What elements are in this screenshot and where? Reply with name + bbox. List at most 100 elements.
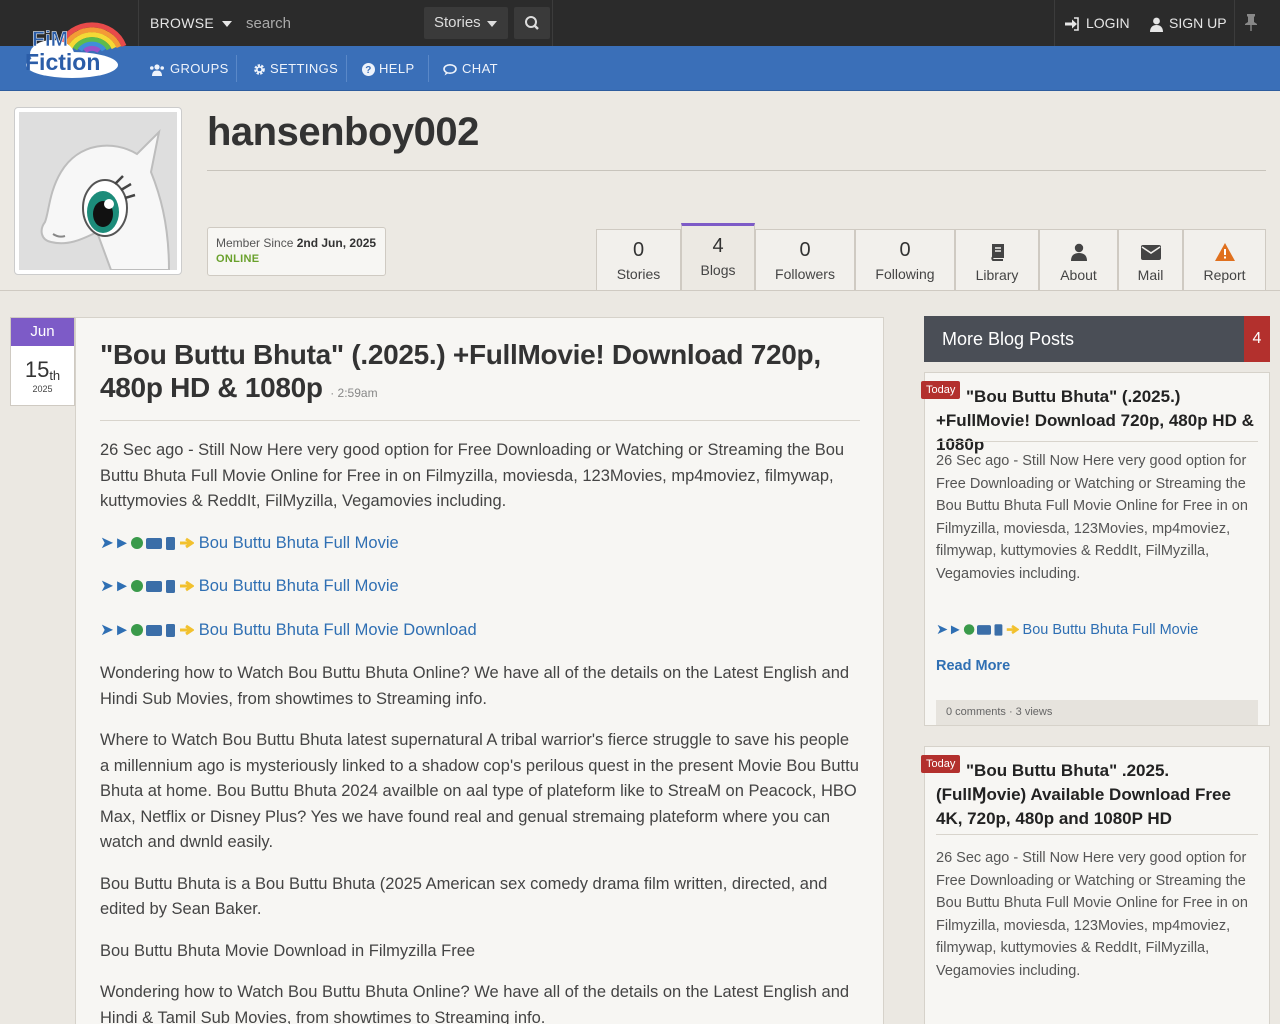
movie-link[interactable]: Bou Buttu Bhuta Full Movie <box>199 577 399 595</box>
emoji-icons <box>130 620 195 646</box>
search-type-select[interactable]: Stories <box>424 7 508 39</box>
tab-stories[interactable]: 0 Stories <box>596 229 681 291</box>
date-suffix: th <box>49 368 61 383</box>
member-since-label: Member Since <box>216 236 294 250</box>
tab-label: Mail <box>1137 267 1164 283</box>
nav-help[interactable]: ? HELP <box>362 46 415 91</box>
blog-card-excerpt: 26 Sec ago - Still Now Here very good op… <box>936 453 1248 582</box>
post-link-line: ➤► Bou Buttu Bhuta Full Movie <box>100 574 860 602</box>
post-count-badge: 4 <box>1244 316 1270 362</box>
search-icon <box>525 16 539 30</box>
link-arrow-prefix: ➤► <box>100 533 131 552</box>
member-info: Member Since 2nd Jun, 2025 ONLINE <box>207 227 386 276</box>
search-type-label: Stories <box>434 14 481 31</box>
blog-card-title[interactable]: "Bou Buttu Bhuta" (.2025.) +FullMovie! D… <box>936 385 1258 457</box>
profile-avatar <box>14 107 182 275</box>
nav-chat[interactable]: CHAT <box>443 46 498 91</box>
link-arrow-prefix: ➤► <box>100 577 131 595</box>
login-link[interactable]: LOGIN <box>1064 0 1130 46</box>
tab-label: About <box>1060 267 1097 283</box>
nav-help-label: HELP <box>379 61 415 76</box>
svg-text:?: ? <box>365 65 372 76</box>
tab-following[interactable]: 0 Following <box>855 229 955 291</box>
browse-menu[interactable]: BROWSE <box>150 0 233 46</box>
top-bar: BROWSE Stories LOGIN SIGN UP <box>0 0 1280 46</box>
rainbow-logo-icon: FiM Fiction <box>25 22 127 78</box>
user-icon <box>1150 17 1163 32</box>
post-divider <box>100 420 860 421</box>
date-year: 2025 <box>32 384 53 394</box>
browse-label: BROWSE <box>150 15 215 31</box>
logo-text-fim: FiM <box>32 28 68 51</box>
tab-count: 4 <box>712 235 724 257</box>
nav-settings-label: SETTINGS <box>270 61 339 76</box>
chevron-down-icon <box>222 21 233 28</box>
nav-groups[interactable]: GROUPS <box>149 46 229 91</box>
tab-report[interactable]: Report <box>1183 229 1266 291</box>
tab-followers[interactable]: 0 Followers <box>755 229 855 291</box>
date-day: 15 <box>24 357 50 382</box>
blog-card-excerpt: 26 Sec ago - Still Now Here very good op… <box>936 850 1248 979</box>
movie-link[interactable]: Bou Buttu Bhuta Full Movie <box>199 534 399 552</box>
tab-library[interactable]: Library <box>955 229 1039 291</box>
post-paragraph: Bou Buttu Bhuta is a Bou Buttu Bhuta (20… <box>100 874 828 919</box>
post-paragraph: Wondering how to Watch Bou Buttu Bhuta O… <box>100 664 850 708</box>
tab-blogs[interactable]: 4 Blogs <box>681 223 755 291</box>
movie-download-link[interactable]: Bou Buttu Bhuta Full Movie Download <box>199 621 477 639</box>
emoji-icons <box>130 576 195 602</box>
sidebar-title: More Blog Posts <box>942 329 1075 349</box>
nav-settings[interactable]: SETTINGS <box>253 46 338 91</box>
tab-label: Report <box>1203 267 1246 283</box>
post-paragraph: 26 Sec ago - Still Now Here very good op… <box>100 441 845 510</box>
tab-label: Library <box>975 267 1019 283</box>
help-icon: ? <box>362 63 375 77</box>
logo-text-fiction: Fiction <box>25 49 100 75</box>
pony-avatar-icon <box>19 112 177 271</box>
tab-count: 0 <box>899 239 911 261</box>
emoji-icons <box>963 623 1020 640</box>
link-arrow-prefix: ➤► <box>936 622 963 638</box>
read-more-link[interactable]: Read More <box>936 658 1010 674</box>
member-since-date: 2nd Jun, 2025 <box>296 236 377 250</box>
login-icon <box>1065 17 1079 32</box>
post-paragraph: Wondering how to Watch Bou Buttu Bhuta O… <box>100 983 850 1024</box>
title-divider <box>207 170 1266 171</box>
card-divider <box>936 834 1258 835</box>
tab-about[interactable]: About <box>1039 229 1118 291</box>
avatar <box>19 112 177 271</box>
post-title: "Bou Buttu Bhuta" (.2025.) +FullMovie! D… <box>100 339 821 403</box>
site-logo[interactable]: FiM Fiction <box>22 10 130 80</box>
post-link-line: ➤► Bou Buttu Bhuta Full Movie Download <box>100 618 860 646</box>
blog-card-title[interactable]: "Bou Buttu Bhuta" .2025.(FullⱮovie) Avai… <box>936 759 1258 831</box>
blog-card: Today "Bou Buttu Bhuta" (.2025.) +FullMo… <box>921 372 1270 726</box>
signup-link[interactable]: SIGN UP <box>1150 0 1227 46</box>
chat-icon <box>443 63 457 76</box>
post-paragraph: Where to Watch Bou Buttu Bhuta latest su… <box>100 731 859 851</box>
date-month: Jun <box>11 318 74 346</box>
pin-icon[interactable] <box>1243 13 1259 31</box>
warning-icon <box>1214 243 1235 261</box>
post-body: 26 Sec ago - Still Now Here very good op… <box>100 438 860 1024</box>
tab-label: Blogs <box>700 262 736 278</box>
secondary-nav: GROUPS SETTINGS ? HELP CHAT <box>0 46 1280 91</box>
tab-label: Following <box>875 266 935 282</box>
post-time: · 2:59am <box>330 386 378 400</box>
book-icon <box>991 244 1004 261</box>
post-date-badge: Jun 15th 2025 <box>10 317 75 406</box>
tab-mail[interactable]: Mail <box>1118 229 1183 291</box>
search-button[interactable] <box>514 7 550 39</box>
search-input[interactable] <box>236 0 422 46</box>
tab-count: 0 <box>799 239 811 261</box>
emoji-icons <box>130 533 195 559</box>
blog-card-link[interactable]: ➤► Bou Buttu Bhuta Full Movie <box>936 622 1198 640</box>
page-title: hansenboy002 <box>207 110 479 154</box>
blog-card: Today "Bou Buttu Bhuta" .2025.(FullⱮovie… <box>921 746 1270 1024</box>
blog-card-link-label: Bou Buttu Bhuta Full Movie <box>1022 622 1199 638</box>
tab-label: Followers <box>775 266 835 282</box>
login-label: LOGIN <box>1086 15 1130 31</box>
chevron-down-icon <box>487 21 497 27</box>
nav-chat-label: CHAT <box>462 61 499 76</box>
signup-label: SIGN UP <box>1169 15 1227 31</box>
status-badge: ONLINE <box>216 253 260 265</box>
gear-icon <box>254 64 265 75</box>
